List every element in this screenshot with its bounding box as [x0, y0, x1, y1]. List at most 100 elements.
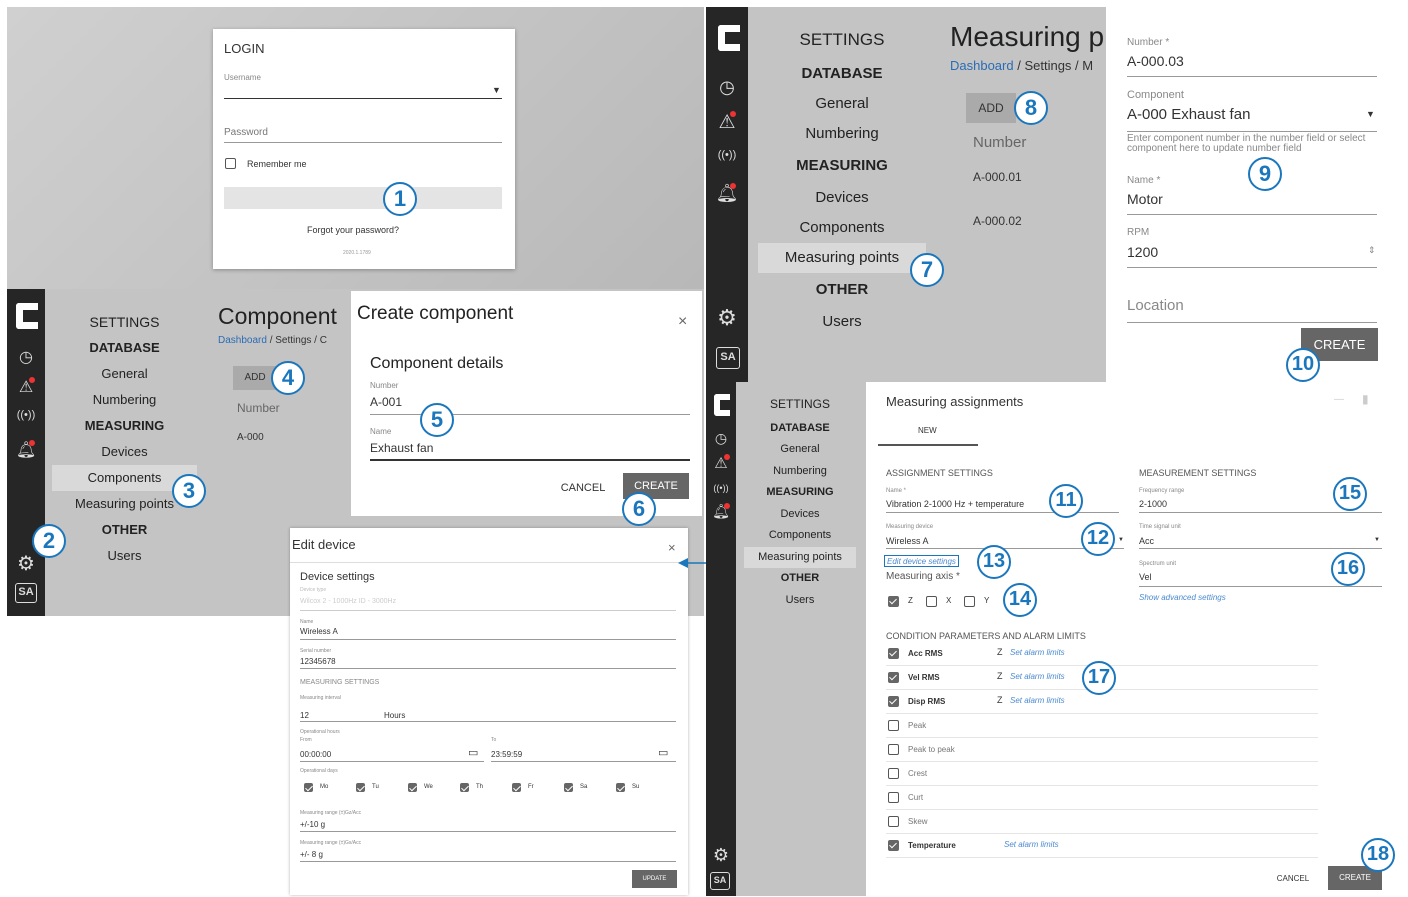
bell-icon[interactable]: 🔔︎	[11, 440, 41, 460]
day-checkbox[interactable]	[512, 783, 521, 792]
device-type-select[interactable]: Wilcox 2 - 1000Hz ID - 3000Hz	[300, 598, 396, 605]
set-alarm-limits-link[interactable]: Set alarm limits	[1010, 648, 1065, 657]
param-checkbox[interactable]	[888, 648, 899, 659]
calendar-icon[interactable]: ▭	[468, 746, 478, 759]
param-checkbox[interactable]	[888, 672, 899, 683]
password-input[interactable]	[224, 129, 502, 143]
menu-item-components[interactable]: Components	[744, 525, 856, 547]
breadcrumb-dashboard-link[interactable]: Dashboard	[950, 58, 1014, 73]
table-row[interactable]: A-000	[237, 432, 264, 443]
user-avatar[interactable]: SA	[716, 347, 740, 369]
edit-device-settings-link[interactable]: Edit device settings	[884, 555, 959, 567]
username-input[interactable]	[224, 85, 502, 99]
close-icon[interactable]: ×	[668, 540, 676, 555]
chevron-down-icon[interactable]: ▼	[1118, 537, 1124, 543]
tab-new[interactable]: NEW	[918, 426, 937, 435]
param-checkbox[interactable]	[888, 744, 899, 755]
from-input[interactable]: 00:00:00	[300, 750, 331, 759]
axis-y-checkbox[interactable]	[964, 596, 975, 607]
name-input[interactable]: Motor	[1127, 191, 1163, 207]
menu-item-users[interactable]: Users	[744, 590, 856, 612]
menu-item-general[interactable]: General	[758, 89, 926, 119]
wireless-icon[interactable]: ((•))	[706, 483, 736, 493]
day-checkbox[interactable]	[564, 783, 573, 792]
close-icon[interactable]: ×	[678, 313, 687, 331]
param-checkbox[interactable]	[888, 792, 899, 803]
bell-icon[interactable]: 🔔︎	[712, 183, 742, 204]
settings-icon[interactable]: ⚙	[712, 305, 742, 331]
device-select[interactable]: Wireless A	[886, 536, 929, 546]
menu-item-devices[interactable]: Devices	[758, 183, 926, 213]
rpm-input[interactable]: 1200	[1127, 244, 1158, 260]
menu-item-devices[interactable]: Devices	[744, 504, 856, 526]
cancel-button[interactable]: CANCEL	[1268, 869, 1318, 889]
login-button[interactable]: LOGIN	[224, 187, 502, 209]
menu-item-devices[interactable]: Devices	[52, 439, 197, 465]
day-checkbox[interactable]	[356, 783, 365, 792]
axis-z-checkbox[interactable]	[888, 596, 899, 607]
param-checkbox[interactable]	[888, 696, 899, 707]
menu-item-numbering[interactable]: Numbering	[744, 461, 856, 483]
chevron-down-icon[interactable]: ▼	[1374, 537, 1380, 543]
range-select[interactable]: +/-10 g	[300, 820, 325, 829]
number-input[interactable]: A-000.03	[1127, 53, 1184, 69]
table-row[interactable]: A-000.02	[973, 214, 1022, 228]
param-checkbox[interactable]	[888, 840, 899, 851]
remember-checkbox[interactable]	[225, 158, 236, 169]
interval-input[interactable]: 12	[300, 711, 309, 720]
serial-input[interactable]: 12345678	[300, 657, 336, 666]
name-input[interactable]: Exhaust fan	[370, 441, 433, 455]
dashboard-icon[interactable]: ◷	[706, 430, 736, 447]
forgot-password-link[interactable]: Forgot your password?	[307, 225, 399, 235]
spectrum-unit-select[interactable]: Vel	[1139, 572, 1152, 582]
day-checkbox[interactable]	[460, 783, 469, 792]
set-alarm-limits-link[interactable]: Set alarm limits	[1010, 696, 1065, 705]
day-checkbox[interactable]	[304, 783, 313, 792]
warning-icon[interactable]: ⚠	[11, 377, 41, 397]
menu-item-users[interactable]: Users	[52, 543, 197, 569]
day-checkbox[interactable]	[408, 783, 417, 792]
axis-x-checkbox[interactable]	[926, 596, 937, 607]
menu-item-numbering[interactable]: Numbering	[52, 387, 197, 413]
dashboard-icon[interactable]: ◷	[11, 347, 41, 367]
signal-unit-select[interactable]: Acc	[1139, 536, 1154, 546]
delete-icon[interactable]: ▮	[1362, 392, 1369, 406]
set-alarm-limits-link[interactable]: Set alarm limits	[1004, 840, 1059, 849]
bell-icon[interactable]: 🔔︎	[706, 503, 736, 520]
menu-item-users[interactable]: Users	[758, 307, 926, 337]
component-select[interactable]: A-000 Exhaust fan	[1127, 106, 1250, 123]
warning-icon[interactable]: ⚠	[706, 454, 736, 472]
param-checkbox[interactable]	[888, 768, 899, 779]
menu-item-general[interactable]: General	[744, 439, 856, 461]
menu-item-numbering[interactable]: Numbering	[758, 119, 926, 149]
minimize-icon[interactable]: —	[1334, 394, 1344, 405]
update-button[interactable]: UPDATE	[632, 870, 677, 888]
menu-item-measuring-points[interactable]: Measuring points	[758, 243, 926, 273]
user-avatar[interactable]: SA	[15, 583, 37, 603]
chevron-down-icon[interactable]: ▼	[1366, 109, 1375, 119]
dashboard-icon[interactable]: ◷	[712, 77, 742, 98]
day-checkbox[interactable]	[616, 783, 625, 792]
name-input[interactable]: Wireless A	[300, 627, 338, 636]
settings-icon[interactable]: ⚙	[11, 551, 41, 576]
range2-select[interactable]: +/- 8 g	[300, 850, 323, 859]
cancel-button[interactable]: CANCEL	[551, 477, 615, 499]
add-button[interactable]: ADD	[966, 93, 1016, 123]
table-row[interactable]: A-000.01	[973, 170, 1022, 184]
breadcrumb-dashboard-link[interactable]: Dashboard	[218, 335, 267, 346]
param-checkbox[interactable]	[888, 720, 899, 731]
stepper-icon[interactable]: ⇕	[1368, 245, 1376, 256]
calendar-icon[interactable]: ▭	[658, 746, 668, 759]
menu-item-measuring-points[interactable]: Measuring points	[744, 546, 856, 568]
to-input[interactable]: 23:59:59	[491, 750, 522, 759]
frequency-select[interactable]: 2-1000	[1139, 499, 1167, 509]
menu-item-components[interactable]: Components	[758, 213, 926, 243]
advanced-settings-link[interactable]: Show advanced settings	[1139, 593, 1226, 602]
param-checkbox[interactable]	[888, 816, 899, 827]
set-alarm-limits-link[interactable]: Set alarm limits	[1010, 672, 1065, 681]
warning-icon[interactable]: ⚠	[712, 111, 742, 134]
interval-unit-select[interactable]: Hours	[384, 711, 405, 720]
menu-item-general[interactable]: General	[52, 361, 197, 387]
number-input[interactable]: A-001	[370, 395, 402, 409]
settings-icon[interactable]: ⚙	[706, 845, 736, 866]
